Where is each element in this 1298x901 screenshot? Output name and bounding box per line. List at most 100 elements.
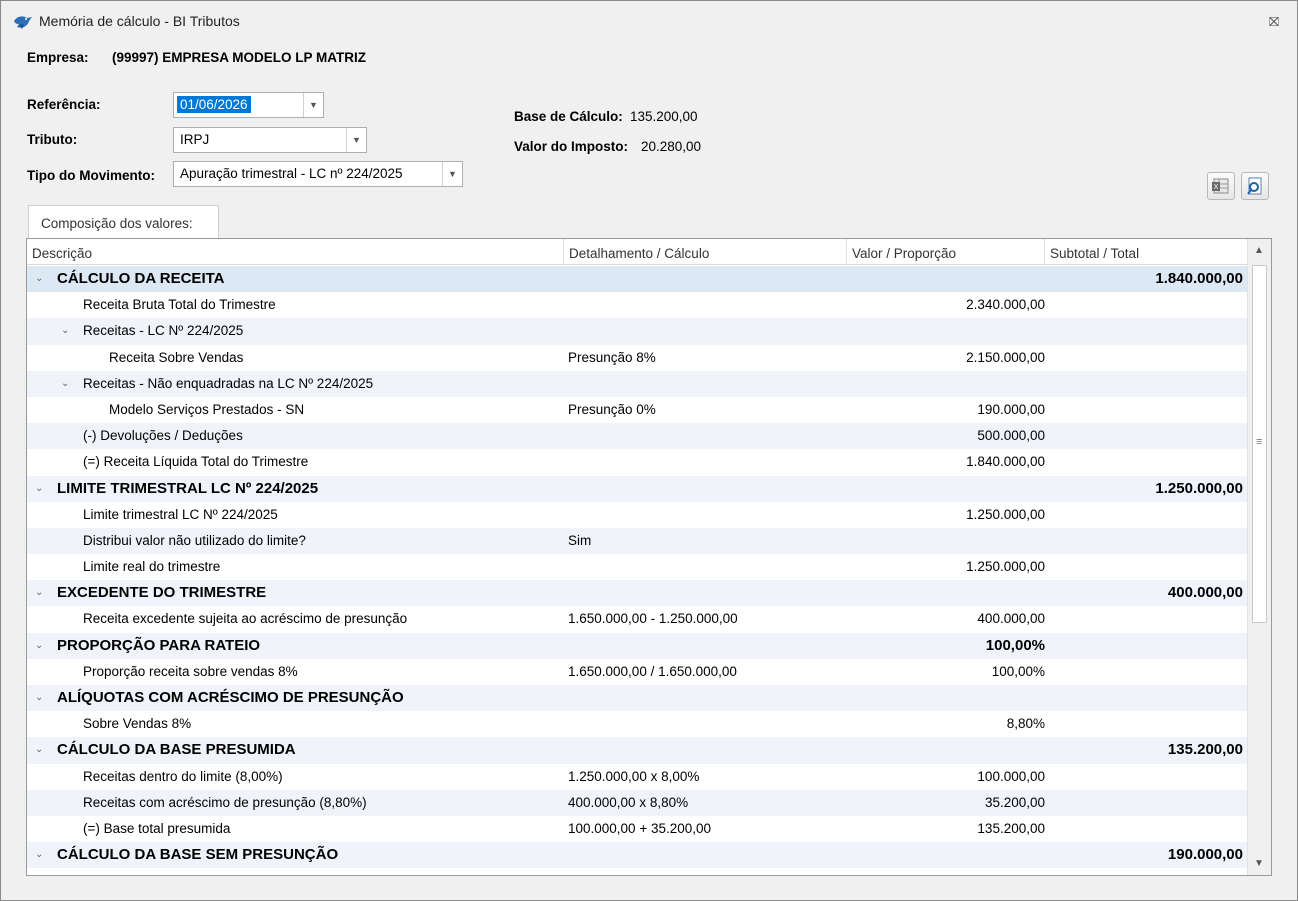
- cell-subtotal: [1047, 528, 1243, 554]
- tributo-select[interactable]: IRPJ ▼: [173, 127, 367, 153]
- cell-subtotal: [1047, 423, 1243, 449]
- scrollbar-thumb[interactable]: ≡: [1252, 265, 1267, 623]
- cell-subtotal: 190.000,00: [1167, 846, 1243, 864]
- scroll-down-icon[interactable]: ▼: [1254, 858, 1264, 869]
- chevron-down-icon[interactable]: ▼: [346, 128, 366, 152]
- chevron-down-icon[interactable]: ⌄: [61, 371, 69, 397]
- cell-descricao: Distribui valor não utilizado do limite?: [83, 532, 306, 548]
- table-row[interactable]: Receitas dentro do limite (8,00%) 1.250.0…: [27, 764, 1247, 790]
- table-row[interactable]: Limite trimestral LC Nº 224/2025 1.250.00…: [27, 502, 1247, 528]
- table-row[interactable]: Receita excedente sujeita ao acréscimo d…: [27, 606, 1247, 632]
- col-header-subtotal[interactable]: Subtotal / Total: [1045, 239, 1247, 265]
- cell-valor: [847, 371, 1045, 397]
- table-row[interactable]: Modelo Serviços Prestados - SN Presunção …: [27, 397, 1247, 423]
- cell-detalhamento: 1.650.000,00 - 1.250.000,00: [568, 611, 738, 627]
- cell-descricao: (=) Receita Líquida Total do Trimestre: [83, 454, 309, 470]
- group-row[interactable]: ⌄ ALÍQUOTAS COM ACRÉSCIMO DE PRESUNÇÃO: [27, 685, 1247, 712]
- cell-valor: 100,00%: [991, 663, 1045, 679]
- table-row[interactable]: ⌄ Receitas - LC Nº 224/2025: [27, 318, 1247, 345]
- cell-valor: 8,80%: [1006, 716, 1045, 732]
- chevron-down-icon[interactable]: ⌄: [35, 737, 43, 763]
- title-bar: Memória de cálculo - BI Tributos ⛝: [1, 1, 1297, 41]
- cell-detalhamento: 100.000,00 + 35.200,00: [568, 820, 712, 836]
- table-row[interactable]: Sobre Vendas 8% 8,80%: [27, 711, 1247, 737]
- chevron-down-icon[interactable]: ⌄: [61, 318, 69, 344]
- cell-valor: [847, 476, 1045, 502]
- col-header-descricao[interactable]: Descrição: [27, 239, 564, 265]
- table-row[interactable]: Proporção receita sobre vendas 8% 1.650.0…: [27, 659, 1247, 685]
- print-preview-icon: [1247, 177, 1262, 195]
- col-header-valor[interactable]: Valor / Proporção: [847, 239, 1045, 265]
- chevron-down-icon[interactable]: ⌄: [35, 842, 43, 868]
- cell-subtotal: [1047, 449, 1243, 475]
- chevron-down-icon[interactable]: ▼: [303, 93, 323, 117]
- cell-valor: 100.000,00: [977, 768, 1045, 784]
- tributo-value: IRPJ: [180, 132, 210, 147]
- cell-valor: 2.150.000,00: [966, 349, 1045, 365]
- table-row[interactable]: ⌄ Receitas - Não enquadradas na LC Nº 224…: [27, 370, 1247, 397]
- valor-imposto-value: 20.280,00: [641, 139, 702, 154]
- cell-subtotal: 1.250.000,00: [1155, 479, 1243, 497]
- cell-subtotal: [1047, 554, 1243, 580]
- group-row[interactable]: ⌄ EXCEDENTE DO TRIMESTRE 400.000,00: [27, 580, 1247, 607]
- table-row[interactable]: (=) Receita Líquida Total do Trimestre 1.…: [27, 449, 1247, 475]
- cell-valor: 35.200,00: [984, 794, 1045, 810]
- cell-descricao: Modelo Serviços Prestados - SN: [109, 401, 305, 417]
- group-row[interactable]: ⌄ CÁLCULO DA RECEITA 1.840.000,00: [27, 266, 1247, 293]
- table-row[interactable]: (-) Devoluções / Deduções 500.000,00: [27, 423, 1247, 450]
- cell-descricao: PROPORÇÃO PARA RATEIO: [57, 636, 261, 654]
- cell-valor: [847, 842, 1045, 868]
- svg-text:X: X: [1214, 183, 1219, 191]
- chevron-down-icon[interactable]: ⌄: [35, 266, 43, 292]
- cell-descricao: Sobre Vendas 8%: [83, 716, 192, 732]
- referencia-select[interactable]: 01/06/2026 ▼: [173, 92, 324, 118]
- cell-descricao: (=) Base total presumida: [83, 820, 231, 836]
- group-row[interactable]: ⌄ LIMITE TRIMESTRAL LC Nº 224/2025 1.250.0…: [27, 475, 1247, 502]
- valor-imposto-label: Valor do Imposto:: [514, 139, 629, 154]
- base-calculo-value: 135.200,00: [630, 109, 698, 124]
- cell-descricao: Receitas - LC Nº 224/2025: [83, 323, 244, 339]
- group-row[interactable]: ⌄ CÁLCULO DA BASE SEM PRESUNÇÃO 190.000,00: [27, 842, 1247, 869]
- export-excel-button[interactable]: X: [1207, 172, 1235, 200]
- cell-subtotal: [1047, 711, 1243, 737]
- table-row[interactable]: Receitas com acréscimo de presunção (8,8…: [27, 789, 1247, 816]
- chevron-down-icon[interactable]: ▼: [442, 162, 462, 186]
- chevron-down-icon[interactable]: ⌄: [35, 476, 43, 502]
- vertical-scrollbar[interactable]: ▲ ≡ ▼: [1247, 239, 1271, 875]
- cell-descricao: ALÍQUOTAS COM ACRÉSCIMO DE PRESUNÇÃO: [57, 689, 404, 706]
- cell-subtotal: [1047, 685, 1243, 711]
- cell-descricao: CÁLCULO DA RECEITA: [57, 270, 225, 287]
- grid-body: ⌄ CÁLCULO DA RECEITA 1.840.000,00 Receita B…: [27, 266, 1247, 869]
- cell-descricao: (-) Devoluções / Deduções: [83, 428, 243, 444]
- cell-subtotal: [1047, 606, 1243, 632]
- cell-detalhamento: 1.650.000,00 / 1.650.000,00: [568, 663, 737, 679]
- col-header-detalhamento[interactable]: Detalhamento / Cálculo: [564, 239, 847, 265]
- cell-valor: [847, 528, 1045, 554]
- cell-descricao: Receitas dentro do limite (8,00%): [83, 768, 283, 784]
- chevron-down-icon[interactable]: ⌄: [35, 580, 43, 606]
- group-row[interactable]: ⌄ CÁLCULO DA BASE PRESUMIDA 135.200,00: [27, 737, 1247, 764]
- print-preview-button[interactable]: [1241, 172, 1269, 200]
- chevron-down-icon[interactable]: ⌄: [35, 633, 43, 659]
- table-row[interactable]: Receita Bruta Total do Trimestre 2.340.00…: [27, 292, 1247, 318]
- tipo-movimento-select[interactable]: Apuração trimestral - LC nº 224/2025 ▼: [173, 161, 463, 187]
- referencia-value: 01/06/2026: [177, 96, 251, 113]
- referencia-label: Referência:: [27, 97, 101, 112]
- cell-detalhamento: Sim: [568, 532, 592, 548]
- table-row[interactable]: Distribui valor não utilizado do limite?…: [27, 527, 1247, 555]
- tipo-movimento-value: Apuração trimestral - LC nº 224/2025: [180, 166, 403, 181]
- cell-valor: 1.250.000,00: [966, 506, 1045, 522]
- tab-composicao-valores[interactable]: Composição dos valores:: [28, 205, 219, 239]
- close-icon[interactable]: ⛝: [1265, 13, 1283, 31]
- scroll-up-icon[interactable]: ▲: [1254, 245, 1264, 256]
- table-row[interactable]: (=) Base total presumida 100.000,00 + 35.…: [27, 816, 1247, 842]
- cell-subtotal: [1047, 790, 1243, 816]
- cell-descricao: Receita excedente sujeita ao acréscimo d…: [83, 611, 408, 627]
- group-row[interactable]: ⌄ PROPORÇÃO PARA RATEIO 100,00%: [27, 632, 1247, 659]
- cell-descricao: CÁLCULO DA BASE PRESUMIDA: [57, 741, 296, 759]
- cell-valor: [847, 318, 1045, 344]
- cell-descricao: Receita Sobre Vendas: [109, 349, 244, 365]
- table-row[interactable]: Limite real do trimestre 1.250.000,00: [27, 554, 1247, 580]
- table-row[interactable]: Receita Sobre Vendas Presunção 8% 2.150.00…: [27, 345, 1247, 371]
- chevron-down-icon[interactable]: ⌄: [35, 685, 43, 711]
